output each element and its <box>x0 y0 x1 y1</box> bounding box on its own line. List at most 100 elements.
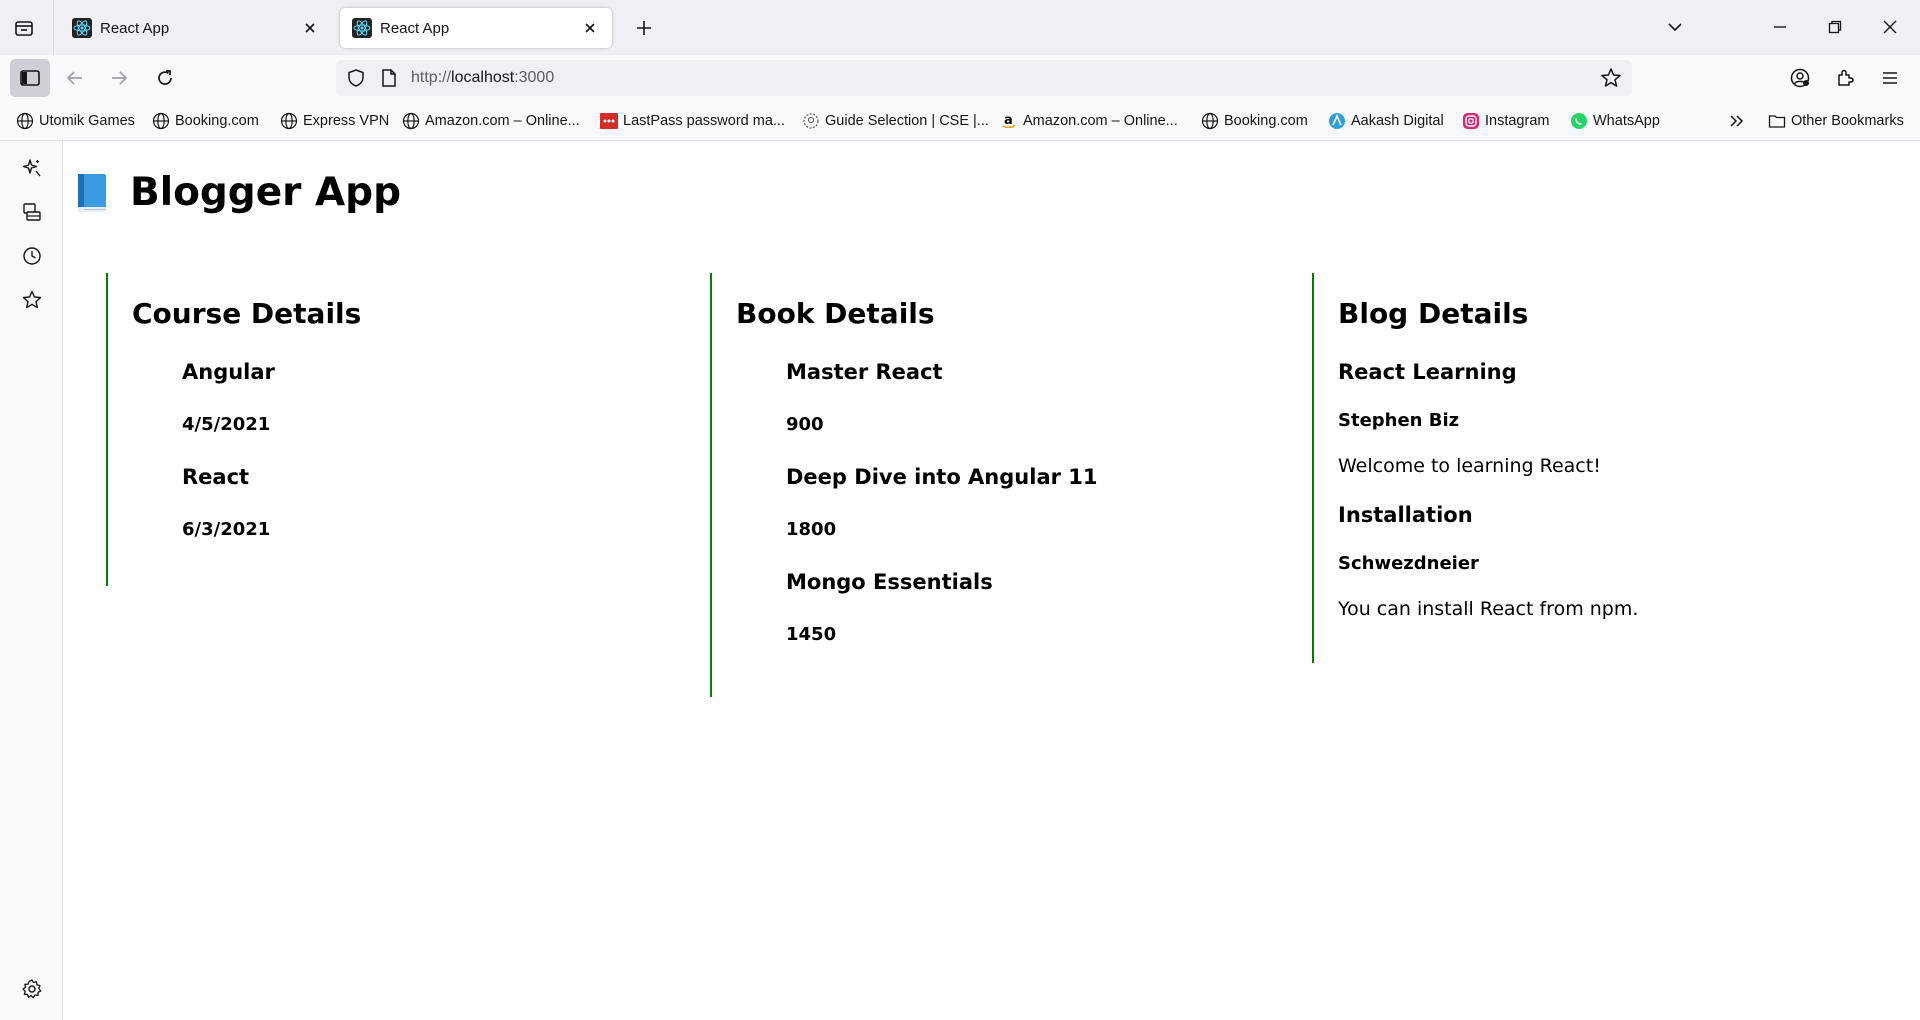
amazon-icon: a <box>1000 112 1018 130</box>
bookmark-label: Amazon.com – Online... <box>425 113 580 129</box>
globe-icon <box>152 112 170 130</box>
new-tab-button[interactable] <box>630 14 658 42</box>
url-text[interactable]: http://localhost:3000 <box>411 69 554 87</box>
bookmark-item[interactable]: Booking.com <box>152 112 259 130</box>
blog-details-heading: Blog Details <box>1338 297 1529 330</box>
bookmark-label: Instagram <box>1485 113 1550 129</box>
bookmark-item[interactable]: Guide Selection | CSE |... <box>802 112 989 130</box>
chevron-down-icon[interactable] <box>1660 12 1690 42</box>
extensions-icon[interactable] <box>1828 61 1862 95</box>
instagram-icon <box>1462 112 1480 130</box>
shield-icon[interactable] <box>346 68 366 93</box>
tab-strip: React App React App <box>0 0 1920 55</box>
browser-sidebar <box>0 141 63 1020</box>
globe-icon <box>16 112 34 130</box>
bookmark-item[interactable]: Utomik Games <box>16 112 135 130</box>
svg-text:a: a <box>1004 113 1013 128</box>
globe-icon <box>402 112 420 130</box>
book-price: 900 <box>786 414 824 435</box>
bookmark-label: Booking.com <box>175 113 259 129</box>
bookmark-star-icon[interactable] <box>1600 67 1622 94</box>
bookmark-item[interactable]: WhatsApp <box>1570 112 1660 130</box>
bookmarks-toolbar: Utomik Games Booking.com Express VPN Ama… <box>0 101 1920 141</box>
bookmark-item[interactable]: Aakash Digital <box>1328 112 1444 130</box>
blog-details-section: Blog Details React Learning Stephen Biz … <box>1312 273 1852 663</box>
minimize-icon[interactable] <box>1765 12 1795 42</box>
url-port: :3000 <box>514 69 555 86</box>
blog-author: Schwezdneier <box>1338 553 1479 574</box>
folder-icon <box>1768 112 1786 130</box>
bookmark-item[interactable]: Amazon.com – Online... <box>402 112 580 130</box>
bookmark-label: Aakash Digital <box>1351 113 1444 129</box>
other-bookmarks-label: Other Bookmarks <box>1791 113 1904 129</box>
url-scheme: http:// <box>411 69 452 86</box>
course-details-heading: Course Details <box>132 297 362 330</box>
book-price: 1450 <box>786 624 837 645</box>
account-icon[interactable] <box>1783 61 1817 95</box>
page-content: Blogger App Course Details Angular 4/5/2… <box>64 142 1920 1020</box>
bookmark-label: Booking.com <box>1224 113 1308 129</box>
settings-gear-icon[interactable] <box>19 976 45 1002</box>
book-details-heading: Book Details <box>736 297 935 330</box>
book-name: Master React <box>786 360 943 384</box>
other-bookmarks[interactable]: Other Bookmarks <box>1768 112 1904 130</box>
forward-button[interactable] <box>102 61 136 95</box>
blog-author: Stephen Biz <box>1338 410 1460 431</box>
ai-chatbot-icon[interactable] <box>19 155 45 181</box>
tab-separator <box>53 0 54 55</box>
course-name: React <box>182 465 250 489</box>
url-host: localhost <box>451 69 515 86</box>
history-icon[interactable] <box>19 243 45 269</box>
lastpass-icon <box>600 112 618 130</box>
synced-tabs-icon[interactable] <box>19 199 45 225</box>
app-header: Blogger App <box>74 170 401 215</box>
guide-icon <box>802 112 820 130</box>
course-name: Angular <box>182 360 275 384</box>
book-price: 1800 <box>786 519 837 540</box>
navigation-toolbar: http://localhost:3000 <box>0 55 1920 101</box>
close-icon[interactable] <box>300 18 320 38</box>
blog-text: You can install React from npm. <box>1338 598 1639 620</box>
blue-book-icon <box>74 171 110 215</box>
course-details-section: Course Details Angular 4/5/2021 React 6/… <box>106 273 626 586</box>
restore-icon[interactable] <box>1820 12 1850 42</box>
react-icon <box>72 18 92 38</box>
blog-text: Welcome to learning React! <box>1338 455 1601 477</box>
window-close-icon[interactable] <box>1875 12 1905 42</box>
book-name: Deep Dive into Angular 11 <box>786 465 1098 489</box>
bookmark-item[interactable]: a Amazon.com – Online... <box>1000 112 1178 130</box>
bookmark-item[interactable]: Booking.com <box>1201 112 1308 130</box>
close-icon[interactable] <box>580 18 600 38</box>
tab-react-app-2[interactable]: React App <box>340 8 612 48</box>
tab-title: React App <box>380 19 450 37</box>
tab-title: React App <box>100 19 170 37</box>
bookmark-item[interactable]: LastPass password ma... <box>600 112 785 130</box>
bookmark-label: LastPass password ma... <box>623 113 785 129</box>
course-date: 6/3/2021 <box>182 519 271 540</box>
bookmarks-overflow-icon[interactable] <box>1728 112 1746 130</box>
url-bar[interactable]: http://localhost:3000 <box>336 60 1632 96</box>
bookmark-label: WhatsApp <box>1593 113 1660 129</box>
book-details-section: Book Details Master React 900 Deep Dive … <box>710 273 1230 697</box>
sidebar-toggle-button[interactable] <box>10 59 50 97</box>
bookmark-label: Utomik Games <box>39 113 135 129</box>
tab-react-app-1[interactable]: React App <box>60 8 332 48</box>
back-button[interactable] <box>58 61 92 95</box>
whatsapp-icon <box>1570 112 1588 130</box>
course-date: 4/5/2021 <box>182 414 271 435</box>
tab-list-icon[interactable] <box>10 14 38 42</box>
reload-button[interactable] <box>148 61 182 95</box>
bookmark-item[interactable]: Instagram <box>1462 112 1549 130</box>
page-icon[interactable] <box>380 68 398 93</box>
blog-title: Installation <box>1338 503 1473 527</box>
page-title: Blogger App <box>130 170 402 215</box>
bookmark-item[interactable]: Express VPN <box>280 112 389 130</box>
menu-icon[interactable] <box>1873 61 1907 95</box>
bookmark-label: Guide Selection | CSE |... <box>825 113 989 129</box>
bookmark-label: Amazon.com – Online... <box>1023 113 1178 129</box>
globe-icon <box>1201 112 1219 130</box>
blog-title: React Learning <box>1338 360 1517 384</box>
bookmarks-star-icon[interactable] <box>19 287 45 313</box>
book-name: Mongo Essentials <box>786 570 993 594</box>
globe-icon <box>280 112 298 130</box>
